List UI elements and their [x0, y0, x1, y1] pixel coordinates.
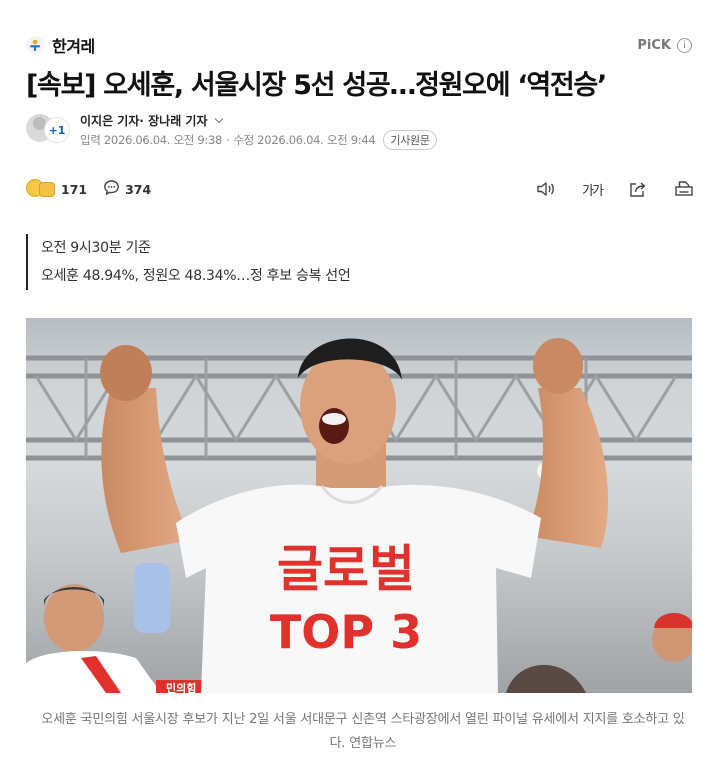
comment-button[interactable]: 374 — [103, 179, 151, 199]
action-row: 171 374 가가 — [26, 176, 694, 202]
info-icon[interactable]: i — [677, 37, 692, 53]
article-headline: [속보] 오세훈, 서울시장 5선 성공…정원오에 ‘역전승’ — [26, 70, 607, 101]
reaction-count: 171 — [61, 181, 88, 197]
reporter-avatars[interactable]: +1 — [26, 114, 70, 144]
photo-illustration: 민의힘 글로벌 TOP 3 — [26, 338, 692, 693]
comment-count: 374 — [125, 181, 152, 197]
reactions: 171 374 — [26, 179, 151, 199]
byline: +1 이지은 기자· 장나래 기자 입력 2026.06.04. 오전 9:38… — [26, 112, 696, 152]
pick-label: PiCK — [637, 37, 671, 53]
article-photo[interactable]: 민의힘 글로벌 TOP 3 — [26, 318, 692, 693]
reaction-button[interactable]: 171 — [26, 179, 87, 199]
reaction-emoji-icon — [26, 179, 56, 199]
font-size-icon[interactable]: 가가 — [582, 179, 604, 199]
summary-line: 오전 9시30분 기준 — [41, 240, 151, 256]
article-tools: 가가 — [536, 179, 694, 199]
press-name: 한겨레 — [52, 37, 95, 56]
extra-reporters-badge: +1 — [44, 117, 70, 143]
modified-date: 수정 2026.06.04. 오전 9:44 — [233, 133, 376, 147]
article-dates: 입력 2026.06.04. 오전 9:38 · 수정 2026.06.04. … — [80, 130, 437, 150]
font-size-label: 가가 — [582, 183, 604, 199]
hankyoreh-logo-icon — [26, 36, 44, 54]
pick-badge[interactable]: PiCK i — [637, 37, 692, 53]
print-icon[interactable] — [674, 179, 694, 199]
press-logo-link[interactable]: 한겨레 — [26, 33, 95, 57]
original-article-button[interactable]: 기사원문 — [383, 130, 437, 150]
summary-line: 오세훈 48.94%, 정원오 48.34%…정 후보 승복 선언 — [41, 268, 351, 284]
date-separator: · — [226, 133, 230, 147]
reporter-names-text: 이지은 기자· 장나래 기자 — [80, 114, 208, 128]
share-icon[interactable] — [628, 179, 648, 199]
comment-icon — [103, 179, 120, 199]
published-date: 입력 2026.06.04. 오전 9:38 — [80, 133, 223, 147]
background-banner-text: 민의힘 — [166, 681, 196, 693]
reporter-names[interactable]: 이지은 기자· 장나래 기자 — [80, 112, 223, 129]
shirt-text-line1: 글로벌 — [277, 540, 415, 598]
photo-caption: 오세훈 국민의힘 서울시장 후보가 지난 2일 서울 서대문구 신촌역 스타광장… — [41, 712, 685, 751]
speaker-icon[interactable] — [536, 179, 556, 199]
chevron-down-icon — [214, 114, 223, 123]
shirt-text-line2: TOP 3 — [270, 605, 422, 659]
top-bar: 한겨레 PiCK i — [26, 32, 692, 58]
article-summary: 오전 9시30분 기준 오세훈 48.94%, 정원오 48.34%…정 후보 … — [26, 234, 626, 290]
